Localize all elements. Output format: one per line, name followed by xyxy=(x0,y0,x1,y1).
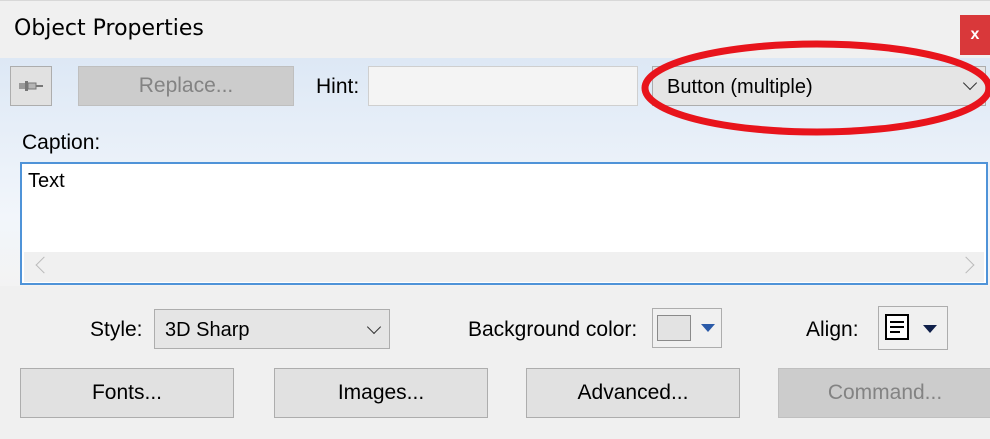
style-dropdown[interactable]: 3D Sharp xyxy=(154,309,390,349)
caption-text: Text xyxy=(28,170,65,192)
dropdown-arrow-icon xyxy=(701,324,715,332)
horizontal-scrollbar[interactable] xyxy=(24,252,984,282)
style-label: Style: xyxy=(90,318,143,341)
close-button[interactable]: x xyxy=(960,15,990,55)
caption-label: Caption: xyxy=(22,131,101,154)
align-label: Align: xyxy=(806,318,859,341)
hint-input[interactable] xyxy=(368,66,638,106)
replace-button[interactable]: Replace... xyxy=(78,66,294,106)
title-bar[interactable]: Object Properties x xyxy=(0,0,990,57)
pushpin-icon xyxy=(19,81,43,91)
fonts-button[interactable]: Fonts... xyxy=(20,368,234,418)
object-type-dropdown[interactable]: Button (multiple) xyxy=(652,66,986,106)
dropdown-arrow-icon xyxy=(923,325,937,333)
background-color-picker[interactable] xyxy=(652,308,722,348)
chevron-down-icon xyxy=(962,75,978,91)
chevron-down-icon xyxy=(366,319,382,335)
command-button[interactable]: Command... xyxy=(778,368,990,418)
pin-button[interactable] xyxy=(10,66,52,106)
scroll-left-arrow-icon[interactable] xyxy=(35,256,53,274)
scroll-right-arrow-icon[interactable] xyxy=(957,256,975,274)
object-properties-dialog: Object Properties x Replace... Hint: But… xyxy=(0,0,990,439)
style-value: 3D Sharp xyxy=(165,319,250,341)
align-picker[interactable] xyxy=(878,306,948,350)
window-title: Object Properties xyxy=(14,16,204,41)
images-button[interactable]: Images... xyxy=(274,368,488,418)
align-left-icon xyxy=(885,314,909,340)
color-swatch xyxy=(657,315,691,341)
caption-textarea[interactable]: Text xyxy=(20,162,988,285)
advanced-button[interactable]: Advanced... xyxy=(526,368,740,418)
background-color-label: Background color: xyxy=(468,318,638,341)
object-type-value: Button (multiple) xyxy=(667,76,813,98)
hint-label: Hint: xyxy=(316,75,360,98)
close-icon: x xyxy=(970,26,980,43)
